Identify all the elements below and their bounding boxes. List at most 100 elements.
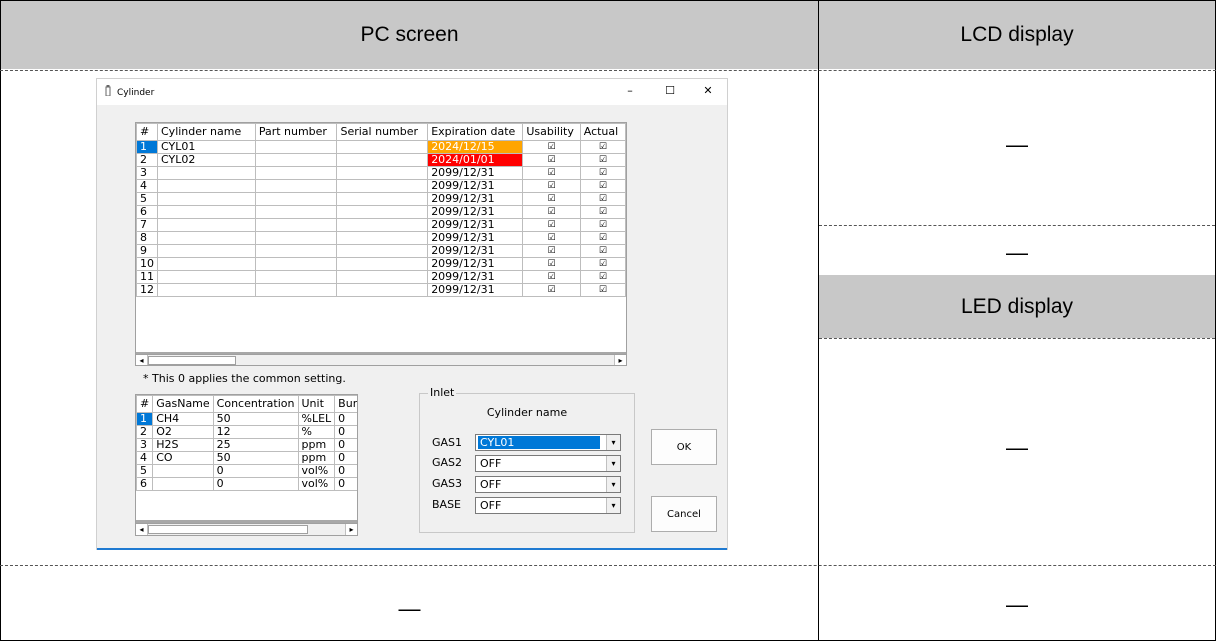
- table-row[interactable]: 3 2099/12/31 ☑ ☑: [136, 166, 626, 180]
- part-number-cell[interactable]: [254, 179, 338, 193]
- col-header-expiration-date[interactable]: Expiration date: [427, 123, 524, 141]
- part-number-cell[interactable]: [254, 283, 338, 297]
- part-number-cell[interactable]: [254, 257, 338, 271]
- serial-number-cell[interactable]: [336, 257, 429, 271]
- part-number-cell[interactable]: [254, 140, 338, 154]
- chevron-down-icon[interactable]: ▾: [606, 435, 620, 450]
- bumpall-cell[interactable]: 0: [334, 464, 357, 478]
- part-number-cell[interactable]: [254, 244, 338, 258]
- usability-checkbox[interactable]: ☑: [522, 166, 581, 180]
- table-row[interactable]: 10 2099/12/31 ☑ ☑: [136, 257, 626, 271]
- cylinder-grid[interactable]: # Cylinder name Part number Serial numbe…: [135, 122, 627, 366]
- close-button[interactable]: ✕: [697, 83, 719, 99]
- col-header-part-number[interactable]: Part number: [254, 123, 338, 141]
- bumpall-cell[interactable]: 0: [334, 425, 357, 439]
- gas-grid-hscrollbar[interactable]: ◂ ▸: [136, 523, 357, 535]
- concentration-cell[interactable]: 50: [212, 412, 299, 426]
- row-number[interactable]: 8: [136, 231, 158, 245]
- usability-checkbox[interactable]: ☑: [522, 153, 581, 167]
- actual-checkbox[interactable]: ☑: [579, 218, 626, 232]
- expiration-date-cell[interactable]: 2099/12/31: [427, 218, 524, 232]
- usability-checkbox[interactable]: ☑: [522, 192, 581, 206]
- usability-checkbox[interactable]: ☑: [522, 179, 581, 193]
- base-select[interactable]: OFF ▾: [475, 497, 621, 514]
- actual-checkbox[interactable]: ☑: [579, 179, 626, 193]
- col-header-num[interactable]: #: [136, 123, 158, 141]
- part-number-cell[interactable]: [254, 270, 338, 284]
- cylinder-name-cell[interactable]: [157, 192, 256, 206]
- cylinder-name-cell[interactable]: [157, 166, 256, 180]
- gas-row-number[interactable]: 5: [136, 464, 154, 478]
- usability-checkbox[interactable]: ☑: [522, 257, 581, 271]
- gas3-select[interactable]: OFF ▾: [475, 476, 621, 493]
- bumpall-cell[interactable]: 0: [334, 412, 357, 426]
- usability-checkbox[interactable]: ☑: [522, 231, 581, 245]
- expiration-date-cell[interactable]: 2024/01/01: [427, 153, 524, 167]
- serial-number-cell[interactable]: [336, 231, 429, 245]
- table-row[interactable]: 12 2099/12/31 ☑ ☑: [136, 283, 626, 297]
- usability-checkbox[interactable]: ☑: [522, 140, 581, 154]
- row-number[interactable]: 4: [136, 179, 158, 193]
- usability-checkbox[interactable]: ☑: [522, 218, 581, 232]
- chevron-down-icon[interactable]: ▾: [606, 477, 620, 492]
- bumpall-cell[interactable]: 0: [334, 451, 357, 465]
- gas-col-header-concentration[interactable]: Concentration: [212, 395, 299, 413]
- table-row[interactable]: 11 2099/12/31 ☑ ☑: [136, 270, 626, 284]
- expiration-date-cell[interactable]: 2099/12/31: [427, 166, 524, 180]
- concentration-cell[interactable]: 50: [212, 451, 299, 465]
- gas-scroll-thumb[interactable]: [148, 525, 308, 534]
- maximize-button[interactable]: ☐: [659, 83, 681, 99]
- cylinder-name-cell[interactable]: [157, 205, 256, 219]
- serial-number-cell[interactable]: [336, 270, 429, 284]
- gas-row-number[interactable]: 4: [136, 451, 154, 465]
- serial-number-cell[interactable]: [336, 179, 429, 193]
- minimize-button[interactable]: –: [619, 83, 641, 99]
- serial-number-cell[interactable]: [336, 192, 429, 206]
- scroll-thumb[interactable]: [148, 356, 236, 365]
- expiration-date-cell[interactable]: 2099/12/31: [427, 270, 524, 284]
- unit-cell[interactable]: %: [297, 425, 336, 439]
- part-number-cell[interactable]: [254, 231, 338, 245]
- expiration-date-cell[interactable]: 2099/12/31: [427, 283, 524, 297]
- table-row[interactable]: 1 CYL01 2024/12/15 ☑ ☑: [136, 140, 626, 154]
- table-row[interactable]: 2 CYL02 2024/01/01 ☑ ☑: [136, 153, 626, 167]
- gas-name-cell[interactable]: [152, 477, 214, 491]
- gas-row-number[interactable]: 2: [136, 425, 154, 439]
- concentration-cell[interactable]: 12: [212, 425, 299, 439]
- usability-checkbox[interactable]: ☑: [522, 283, 581, 297]
- chevron-down-icon[interactable]: ▾: [606, 498, 620, 513]
- table-row[interactable]: 6 2099/12/31 ☑ ☑: [136, 205, 626, 219]
- cylinder-name-cell[interactable]: [157, 218, 256, 232]
- table-row[interactable]: 7 2099/12/31 ☑ ☑: [136, 218, 626, 232]
- ok-button[interactable]: OK: [651, 429, 717, 465]
- table-row[interactable]: 4 CO 50 ppm 0: [136, 451, 357, 465]
- usability-checkbox[interactable]: ☑: [522, 244, 581, 258]
- gas-row-number[interactable]: 1: [136, 412, 154, 426]
- gas-row-number[interactable]: 6: [136, 477, 154, 491]
- gas-name-cell[interactable]: CO: [152, 451, 214, 465]
- cylinder-name-cell[interactable]: CYL01: [157, 140, 256, 154]
- bumpall-cell[interactable]: 0: [334, 477, 357, 491]
- row-number[interactable]: 7: [136, 218, 158, 232]
- unit-cell[interactable]: %LEL: [297, 412, 336, 426]
- table-row[interactable]: 8 2099/12/31 ☑ ☑: [136, 231, 626, 245]
- concentration-cell[interactable]: 0: [212, 477, 299, 491]
- cylinder-name-cell[interactable]: [157, 244, 256, 258]
- unit-cell[interactable]: vol%: [297, 464, 336, 478]
- actual-checkbox[interactable]: ☑: [579, 153, 626, 167]
- gas-scroll-left-icon[interactable]: ◂: [136, 524, 148, 535]
- actual-checkbox[interactable]: ☑: [579, 231, 626, 245]
- gas-name-cell[interactable]: [152, 464, 214, 478]
- serial-number-cell[interactable]: [336, 244, 429, 258]
- part-number-cell[interactable]: [254, 192, 338, 206]
- part-number-cell[interactable]: [254, 153, 338, 167]
- serial-number-cell[interactable]: [336, 205, 429, 219]
- gas-col-header-unit[interactable]: Unit: [297, 395, 336, 413]
- scroll-right-icon[interactable]: ▸: [614, 355, 626, 365]
- serial-number-cell[interactable]: [336, 153, 429, 167]
- gas-col-header-bumpall[interactable]: BumpAll: [334, 395, 357, 413]
- row-number[interactable]: 5: [136, 192, 158, 206]
- gas1-select[interactable]: CYL01 ▾: [475, 434, 621, 451]
- scroll-left-icon[interactable]: ◂: [136, 355, 148, 365]
- row-number[interactable]: 10: [136, 257, 158, 271]
